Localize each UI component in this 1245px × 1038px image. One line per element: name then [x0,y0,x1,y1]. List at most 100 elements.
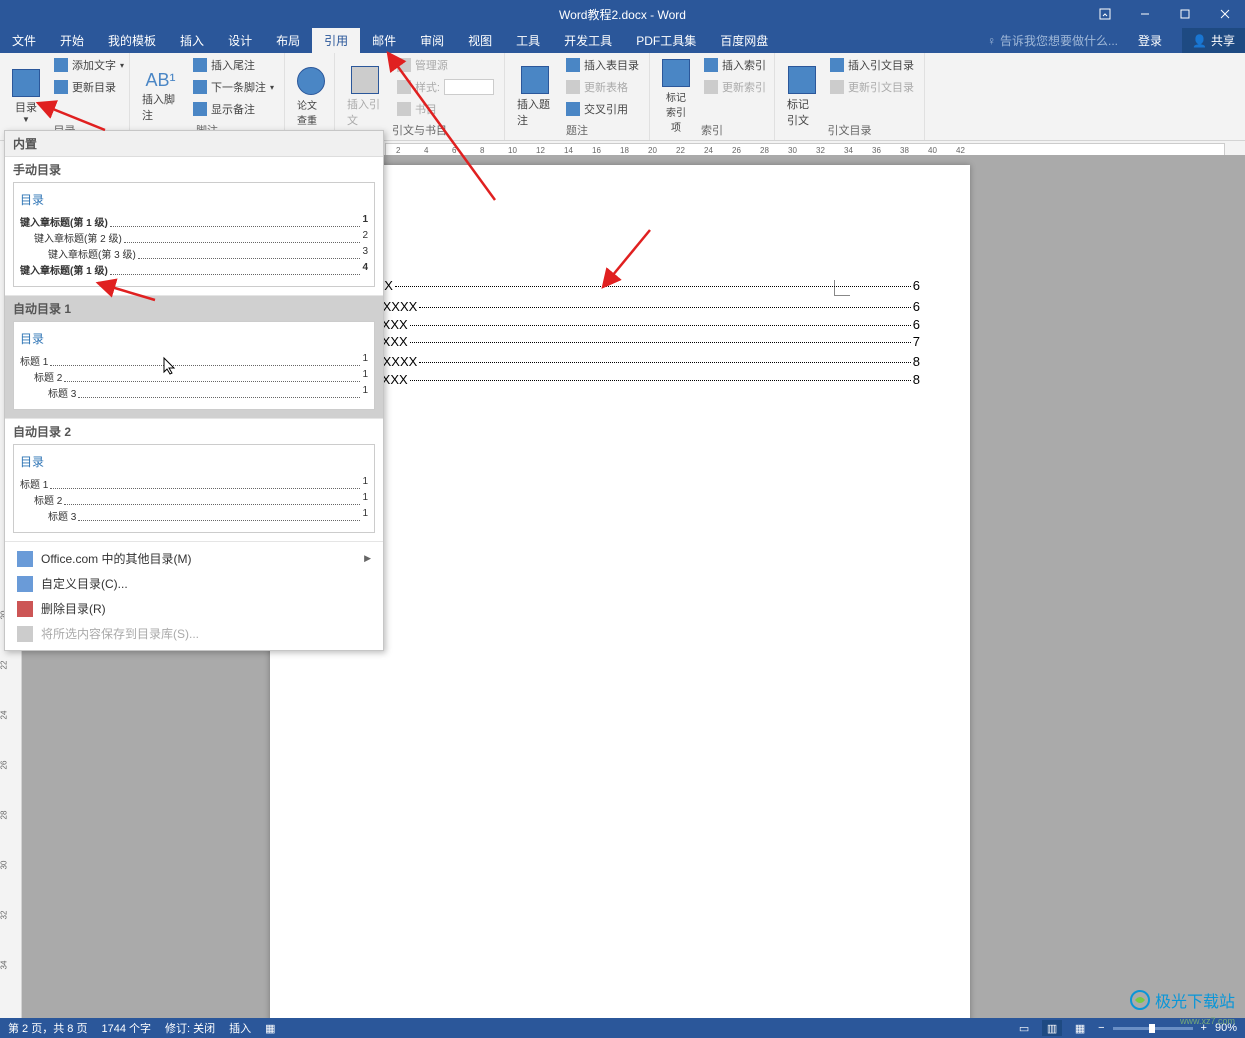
update-icon [54,80,68,94]
dropdown-header: 内置 [5,131,383,157]
read-mode-button[interactable]: ▭ [1014,1020,1034,1036]
tab-设计[interactable]: 设计 [216,28,264,53]
tab-PDF工具集[interactable]: PDF工具集 [624,28,708,53]
watermark-url: www.xz7.com [1180,1016,1235,1026]
share-button[interactable]: 👤 共享 [1182,28,1245,53]
save-toc-menu-item: 将所选内容保存到目录库(S)... [5,621,383,646]
manage-sources-button[interactable]: 管理源 [393,55,498,75]
office-icon [17,551,33,567]
tell-me-search[interactable]: ♀ 告诉我您想要做什么... [979,32,1126,49]
remove-toc-menu-item[interactable]: 删除目录(R) [5,596,383,621]
toc-gallery-dropdown: 内置 手动目录 目录 键入章标题(第 1 级)1键入章标题(第 2 级)2键入章… [4,130,384,651]
manual-toc-option[interactable]: 手动目录 目录 键入章标题(第 1 级)1键入章标题(第 2 级)2键入章标题(… [5,157,383,296]
insert-index-button[interactable]: 插入索引 [700,55,770,75]
ribbon-display-icon[interactable] [1085,0,1125,28]
add-text-button[interactable]: 添加文字▾ [50,55,128,75]
toc-entries: 一章 XXXXX6 第一节 XXXX6 1.1 XXX6 1.2 XXX7 第二节 XX… [320,275,920,387]
group-label: 索引 [650,122,774,138]
login-link[interactable]: 登录 [1126,28,1174,53]
index-icon [704,58,718,72]
mark-cite-icon [788,66,816,94]
caption-icon [521,66,549,94]
print-layout-button[interactable]: ▥ [1042,1020,1062,1036]
style-icon [397,80,411,94]
word-count[interactable]: 1744 个字 [101,1020,151,1036]
tof-icon [566,58,580,72]
status-bar: 第 2 页，共 8 页 1744 个字 修订: 关闭 插入 ▦ ▭ ▥ ▦ − … [0,1018,1245,1038]
toc-entry: 1.1 XXX6 [320,317,920,332]
crossref-icon [566,102,580,116]
tab-审阅[interactable]: 审阅 [408,28,456,53]
sources-icon [397,58,411,72]
tab-开发工具[interactable]: 开发工具 [552,28,624,53]
tab-百度网盘[interactable]: 百度网盘 [708,28,780,53]
update-toc-button[interactable]: 更新目录 [50,77,128,97]
zoom-slider[interactable] [1113,1027,1193,1030]
update-toa-icon [830,80,844,94]
show-notes-button[interactable]: 显示备注 [189,99,278,119]
watermark-icon [1129,989,1151,1011]
watermark-logo: 极光下载站 [1129,988,1235,1012]
toc-entry: 1.2 XXX7 [320,334,920,349]
group-label: 题注 [505,122,649,138]
update-index-button[interactable]: 更新索引 [700,77,770,97]
ribbon-tabs: 文件开始我的模板插入设计布局引用邮件审阅视图工具开发工具PDF工具集百度网盘 ♀… [0,28,1245,53]
page-indicator[interactable]: 第 2 页，共 8 页 [8,1020,87,1036]
tab-引用[interactable]: 引用 [312,28,360,53]
web-layout-button[interactable]: ▦ [1070,1020,1090,1036]
more-toc-menu-item[interactable]: Office.com 中的其他目录(M) ▶ [5,546,383,571]
footnote-icon: AB¹ [145,70,175,91]
toc-entry: 一章 XXXXX6 [320,275,920,294]
next-footnote-button[interactable]: 下一条脚注▾ [189,77,278,97]
macro-icon[interactable]: ▦ [265,1022,275,1035]
toa-icon [830,58,844,72]
custom-toc-icon [17,576,33,592]
tab-文件[interactable]: 文件 [0,28,48,53]
add-text-icon [54,58,68,72]
research-icon [297,67,325,95]
tab-插入[interactable]: 插入 [168,28,216,53]
mark-entry-icon [662,59,690,87]
maximize-button[interactable] [1165,0,1205,28]
next-icon [193,80,207,94]
tab-我的模板[interactable]: 我的模板 [96,28,168,53]
cross-reference-button[interactable]: 交叉引用 [562,99,643,119]
update-toa-button[interactable]: 更新引文目录 [826,77,918,97]
mouse-cursor-icon [162,356,178,376]
ribbon: 目录 ▼ 添加文字▾ 更新目录 目录 AB¹ 插入脚注 插入尾注 下一条脚注▾ … [0,53,1245,141]
tab-布局[interactable]: 布局 [264,28,312,53]
group-label: 引文目录 [775,122,924,138]
tab-视图[interactable]: 视图 [456,28,504,53]
insert-mode[interactable]: 插入 [229,1020,251,1036]
bibliography-button[interactable]: 书目 [393,99,498,119]
research-button[interactable]: 论文查重 [291,55,331,138]
insert-toa-button[interactable]: 插入引文目录 [826,55,918,75]
auto-toc-1-option[interactable]: 自动目录 1 目录 标题 11标题 21标题 31 [5,296,383,419]
track-changes-status[interactable]: 修订: 关闭 [165,1020,215,1036]
lightbulb-icon: ♀ [987,34,996,48]
toc-title: 目录 [320,225,920,257]
zoom-out-button[interactable]: − [1098,1022,1104,1034]
update-tbl-icon [566,80,580,94]
tab-开始[interactable]: 开始 [48,28,96,53]
chevron-right-icon: ▶ [364,553,371,564]
tab-工具[interactable]: 工具 [504,28,552,53]
cursor-position-marker [834,280,850,296]
style-dropdown[interactable]: 样式: [393,77,498,97]
save-icon [17,626,33,642]
insert-endnote-button[interactable]: 插入尾注 [189,55,278,75]
update-table-button[interactable]: 更新表格 [562,77,643,97]
toc-entry: 第一节 XXXX6 [320,296,920,315]
custom-toc-menu-item[interactable]: 自定义目录(C)... [5,571,383,596]
toc-entry: 第二节 XXXX8 [320,351,920,370]
minimize-button[interactable] [1125,0,1165,28]
tab-邮件[interactable]: 邮件 [360,28,408,53]
insert-tof-button[interactable]: 插入表目录 [562,55,643,75]
toc-entry: 2.1 XXX8 [320,372,920,387]
auto-toc-2-option[interactable]: 自动目录 2 目录 标题 11标题 21标题 31 [5,419,383,542]
update-idx-icon [704,80,718,94]
close-button[interactable] [1205,0,1245,28]
biblio-icon [397,102,411,116]
show-icon [193,102,207,116]
toc-icon [12,69,40,97]
